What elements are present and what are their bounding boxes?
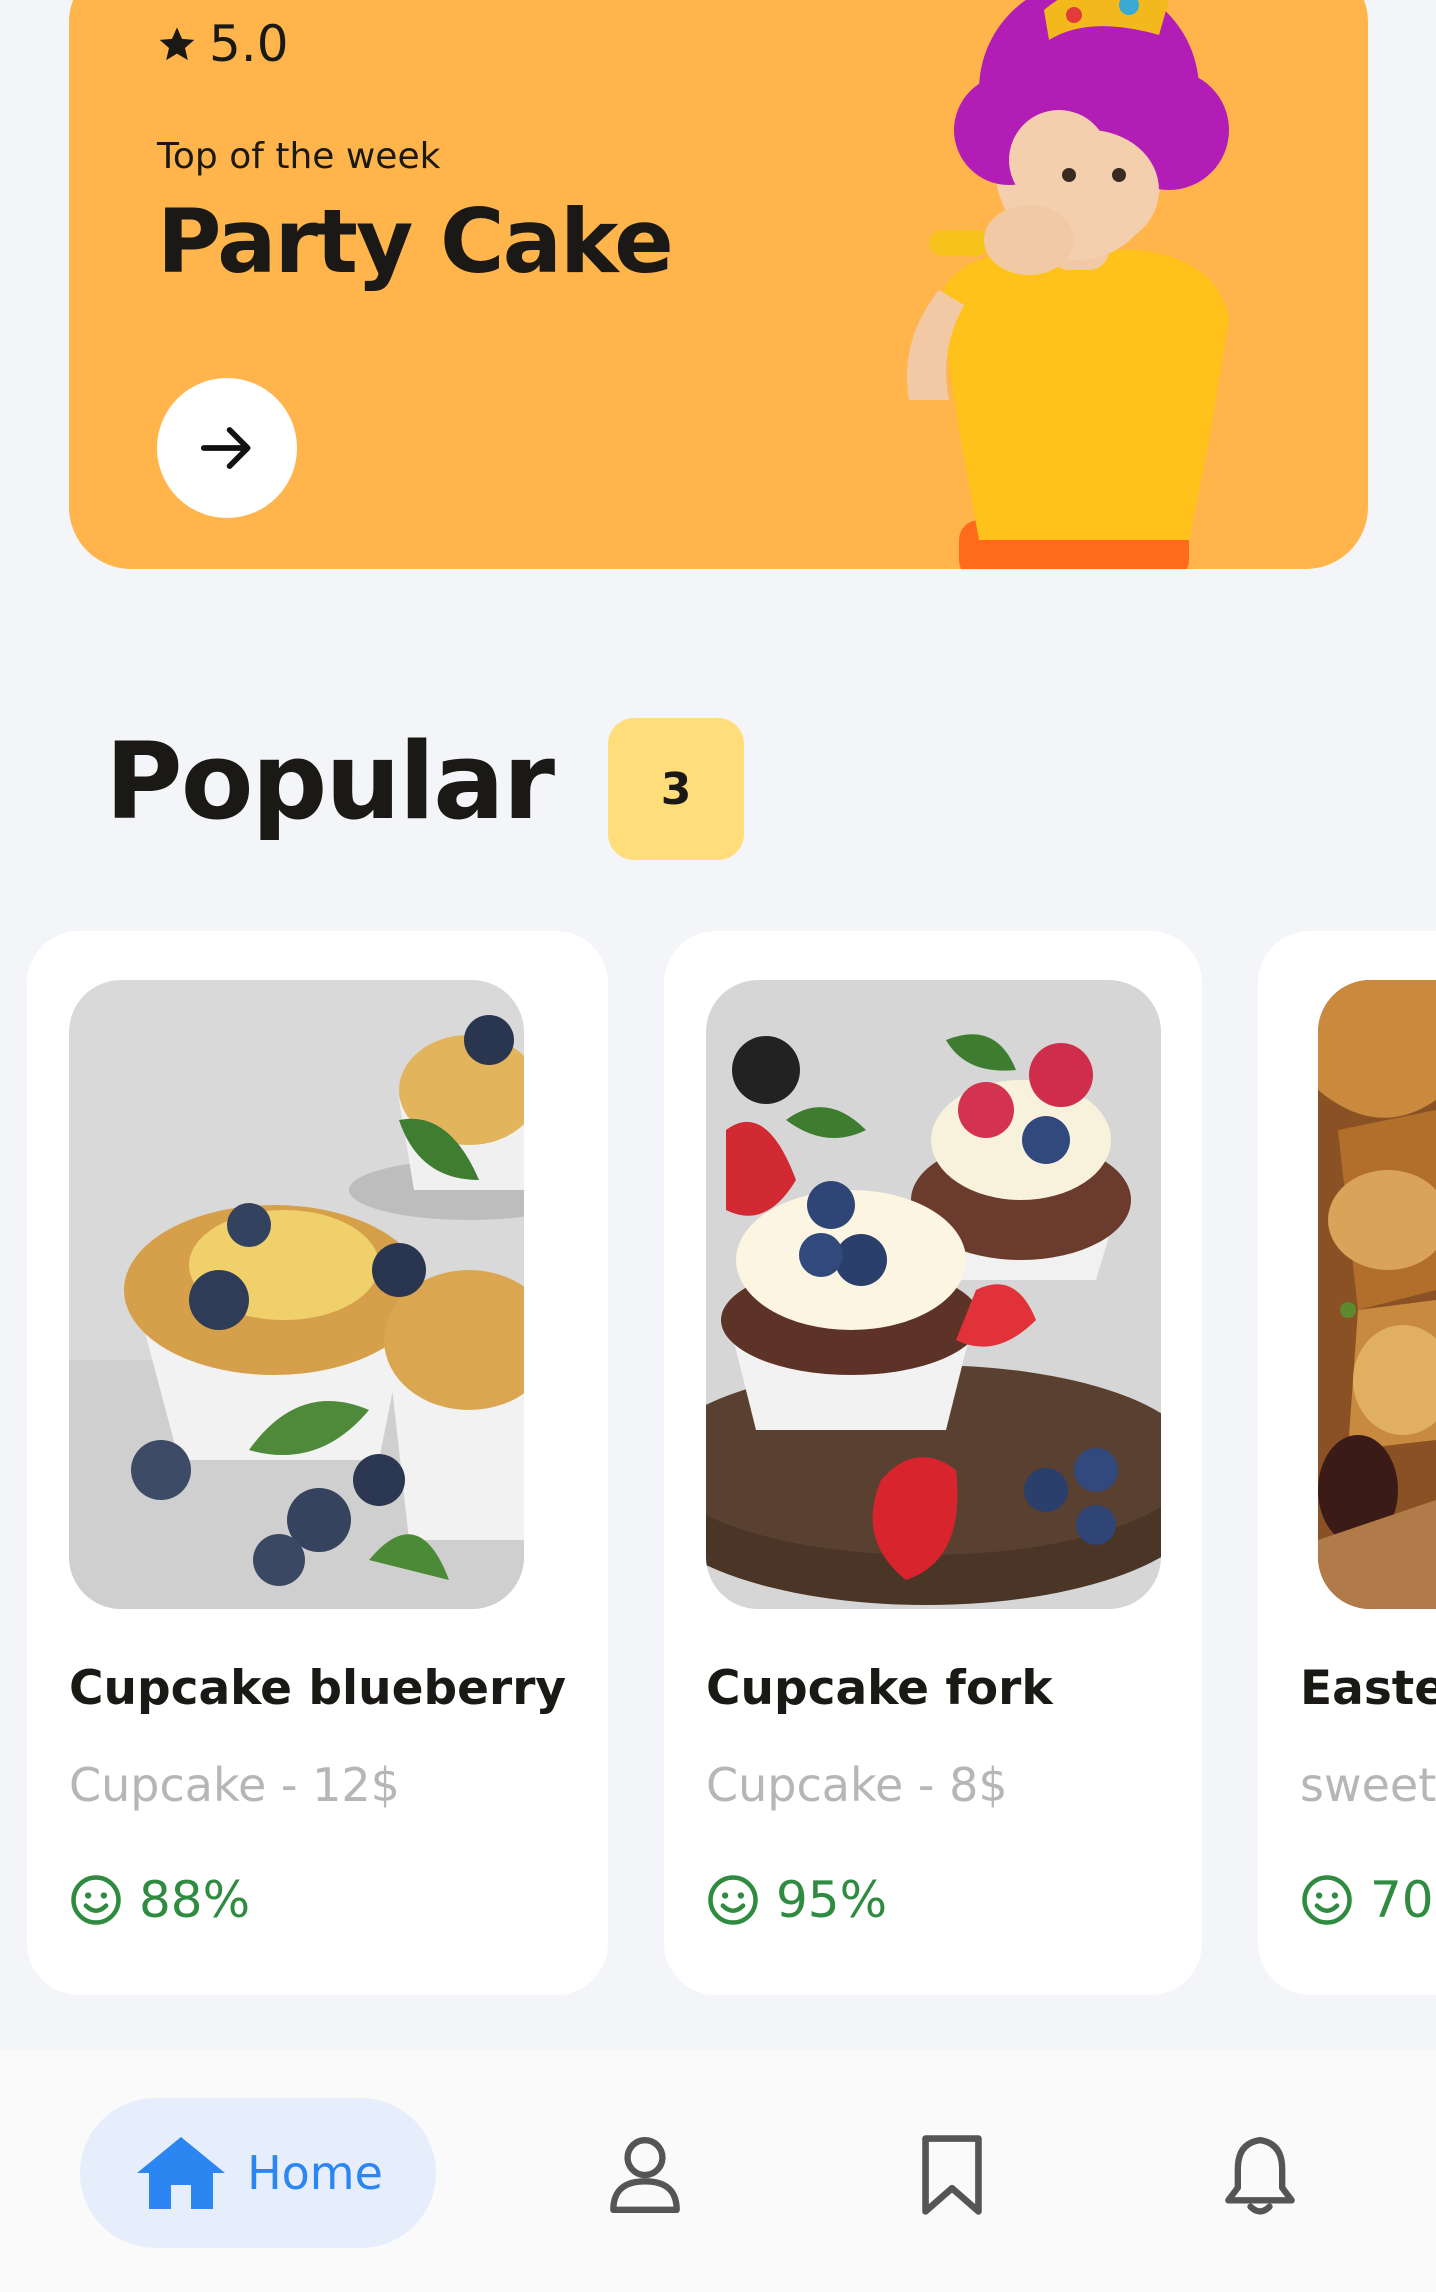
hero-arrow-button[interactable] xyxy=(157,378,297,518)
product-score: 88% xyxy=(69,1871,250,1929)
nav-bookmark-button[interactable] xyxy=(912,2130,992,2220)
nav-home-label: Home xyxy=(247,2146,383,2200)
score-value: 70 xyxy=(1370,1871,1434,1929)
nav-profile-button[interactable] xyxy=(605,2130,685,2220)
bell-icon xyxy=(1225,2137,1295,2215)
product-score: 95% xyxy=(706,1871,887,1929)
hero-subtitle: Top of the week xyxy=(157,136,441,177)
nav-home-button[interactable]: Home xyxy=(80,2098,436,2248)
section-title-popular: Popular xyxy=(105,720,555,843)
user-icon xyxy=(610,2137,680,2213)
hero-title: Party Cake xyxy=(157,190,674,293)
popular-count-badge: 3 xyxy=(608,718,744,860)
product-card[interactable]: Easte sweet 70 xyxy=(1258,931,1436,1995)
rating: 5.0 xyxy=(157,15,289,73)
product-image xyxy=(69,980,524,1609)
home-icon xyxy=(137,2137,226,2209)
arrow-right-icon xyxy=(200,427,251,469)
bottom-navigation: Home xyxy=(0,2050,1436,2292)
smile-icon xyxy=(708,1875,758,1925)
party-kid-image xyxy=(907,0,1229,569)
product-category: Cupcake - 8$ xyxy=(706,1758,1008,1812)
product-name: Cupcake fork xyxy=(706,1661,1053,1716)
product-score: 70 xyxy=(1300,1871,1434,1929)
nav-notifications-button[interactable] xyxy=(1220,2130,1300,2220)
score-value: 95% xyxy=(776,1871,888,1929)
product-card[interactable]: Cupcake blueberry Cupcake - 12$ 88% xyxy=(27,931,608,1995)
rating-value: 5.0 xyxy=(209,15,289,73)
product-category: sweet xyxy=(1300,1758,1436,1812)
score-value: 88% xyxy=(139,1871,251,1929)
product-card[interactable]: Cupcake fork Cupcake - 8$ 95% xyxy=(664,931,1202,1995)
bookmark-icon xyxy=(922,2135,982,2215)
product-image xyxy=(706,980,1161,1609)
smile-icon xyxy=(71,1875,121,1925)
product-category: Cupcake - 12$ xyxy=(69,1758,400,1812)
hero-banner[interactable]: 5.0 Top of the week Party Cake xyxy=(69,0,1368,569)
smile-icon xyxy=(1302,1875,1352,1925)
star-icon xyxy=(159,27,195,61)
product-image xyxy=(1318,980,1436,1609)
product-name: Easte xyxy=(1300,1661,1436,1716)
product-name: Cupcake blueberry xyxy=(69,1661,567,1716)
